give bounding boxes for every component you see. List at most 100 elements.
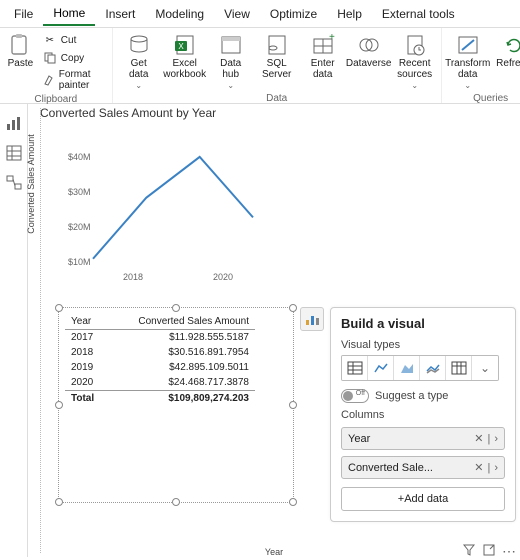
model-view-button[interactable] (5, 174, 23, 192)
remove-field-icon[interactable]: ✕ (474, 461, 483, 474)
menu-tab-file[interactable]: File (4, 3, 43, 25)
svg-text:$20M: $20M (68, 222, 91, 232)
visual-type-selector: ⌄ (341, 355, 499, 381)
menu-tab-modeling[interactable]: Modeling (145, 3, 214, 25)
resize-handle[interactable] (55, 498, 63, 506)
chevron-down-icon: ⌄ (135, 80, 142, 91)
resize-handle[interactable] (289, 401, 297, 409)
table-row[interactable]: 2020$24.468.717.3878 (65, 375, 255, 391)
copy-icon (43, 51, 57, 65)
copy-button[interactable]: Copy (41, 50, 106, 66)
more-options-icon[interactable]: ⋯ (502, 543, 516, 557)
area-type-button[interactable] (394, 356, 420, 380)
svg-text:$40M: $40M (68, 152, 91, 162)
col-header-amount[interactable]: Converted Sales Amount (107, 314, 255, 330)
menu-tab-optimize[interactable]: Optimize (260, 3, 327, 25)
table-row[interactable]: 2017$11.928.555.5187 (65, 330, 255, 346)
menu-tab-insert[interactable]: Insert (95, 3, 145, 25)
svg-text:2020: 2020 (213, 272, 233, 282)
line-type-button[interactable] (368, 356, 394, 380)
y-axis-label: Converted Sales Amount (26, 124, 36, 244)
columns-label: Columns (341, 409, 505, 421)
cut-button[interactable]: ✂Cut (41, 32, 106, 48)
ribbon-group-clipboard: Paste ✂Cut Copy Format painter Clipboard (0, 28, 113, 103)
refresh-icon (500, 32, 520, 58)
ribbon-group-queries: Transform data⌄ Refresh Queries (442, 28, 520, 103)
svg-text:2018: 2018 (123, 272, 143, 282)
svg-text:+: + (329, 34, 335, 43)
chevron-down-icon: ⌄ (464, 80, 471, 91)
resize-handle[interactable] (172, 304, 180, 312)
resize-handle[interactable] (289, 304, 297, 312)
excel-icon: X (171, 32, 199, 58)
report-canvas[interactable]: Converted Sales Amount by Year Converted… (28, 104, 520, 557)
data-hub-button[interactable]: Data hub⌄ (209, 30, 253, 93)
menu-tab-external[interactable]: External tools (372, 3, 465, 25)
matrix-type-button[interactable] (446, 356, 472, 380)
sql-server-button[interactable]: SQL Server (255, 30, 299, 82)
svg-text:$10M: $10M (68, 257, 91, 267)
grid-plus-icon: + (309, 32, 337, 58)
get-data-button[interactable]: Get data⌄ (117, 30, 161, 93)
svg-text:$30M: $30M (68, 187, 91, 197)
visual-types-label: Visual types (341, 339, 505, 351)
table-row[interactable]: 2018$30.516.891.7954 (65, 345, 255, 360)
menu-tab-home[interactable]: Home (43, 2, 95, 26)
resize-handle[interactable] (55, 304, 63, 312)
menu-tab-help[interactable]: Help (327, 3, 372, 25)
field-amount[interactable]: Converted Sale... ✕ | › (341, 456, 505, 479)
recent-sources-button[interactable]: Recent sources⌄ (393, 30, 437, 93)
paste-button[interactable]: Paste (4, 30, 37, 71)
enter-data-button[interactable]: +Enter data (301, 30, 345, 82)
dataverse-icon (355, 32, 383, 58)
scissors-icon: ✂ (43, 33, 57, 47)
transform-data-button[interactable]: Transform data⌄ (446, 30, 490, 93)
dataverse-button[interactable]: Dataverse (347, 30, 391, 71)
chevron-down-icon: ⌄ (411, 80, 418, 91)
col-header-year[interactable]: Year (65, 314, 107, 330)
hub-icon (217, 32, 245, 58)
refresh-button[interactable]: Refresh (492, 30, 520, 71)
paste-label: Paste (8, 58, 34, 69)
line2-type-button[interactable] (420, 356, 446, 380)
format-painter-button[interactable]: Format painter (41, 68, 106, 92)
field-menu-icon[interactable]: › (494, 462, 498, 474)
field-year[interactable]: Year ✕ | › (341, 427, 505, 450)
chart-svg: $10M $20M $30M $40M 2018 2020 (28, 120, 264, 285)
menu-tab-view[interactable]: View (214, 3, 260, 25)
resize-handle[interactable] (55, 401, 63, 409)
table-row[interactable]: 2019$42.895.109.5011 (65, 360, 255, 375)
filter-icon[interactable] (462, 543, 476, 557)
paste-icon (6, 32, 34, 58)
suggest-type-toggle[interactable]: Off (341, 389, 369, 403)
field-menu-icon[interactable]: › (494, 433, 498, 445)
suggest-label: Suggest a type (375, 390, 448, 402)
visual-type-callout-button[interactable] (300, 307, 324, 331)
menu-bar: File Home Insert Modeling View Optimize … (0, 0, 520, 28)
file-clock-icon (401, 32, 429, 58)
database-icon (125, 32, 153, 58)
ribbon-group-data: Get data⌄ XExcel workbook Data hub⌄ SQL … (113, 28, 442, 103)
more-types-button[interactable]: ⌄ (472, 356, 498, 380)
data-table: Year Converted Sales Amount 2017$11.928.… (65, 314, 255, 406)
svg-text:X: X (178, 42, 184, 51)
line-chart-visual[interactable]: Converted Sales Amount by Year Converted… (28, 104, 264, 300)
table-visual[interactable]: Year Converted Sales Amount 2017$11.928.… (58, 307, 294, 503)
data-view-button[interactable] (5, 144, 23, 162)
build-visual-panel: Build a visual Visual types ⌄ Off Sugges… (330, 307, 516, 522)
bar-chart-icon (304, 311, 320, 327)
brush-icon (43, 73, 55, 87)
table-type-button[interactable] (342, 356, 368, 380)
resize-handle[interactable] (289, 498, 297, 506)
ribbon: Paste ✂Cut Copy Format painter Clipboard… (0, 28, 520, 104)
x-axis-label: Year (28, 547, 520, 557)
sql-icon (263, 32, 291, 58)
focus-mode-icon[interactable] (482, 543, 496, 557)
add-data-button[interactable]: +Add data (341, 487, 505, 511)
resize-handle[interactable] (172, 498, 180, 506)
report-view-button[interactable] (5, 114, 23, 132)
chart-title: Converted Sales Amount by Year (28, 104, 264, 120)
table-total-row: Total$109,809,274.203 (65, 391, 255, 407)
remove-field-icon[interactable]: ✕ (474, 432, 483, 445)
excel-button[interactable]: XExcel workbook (163, 30, 207, 82)
